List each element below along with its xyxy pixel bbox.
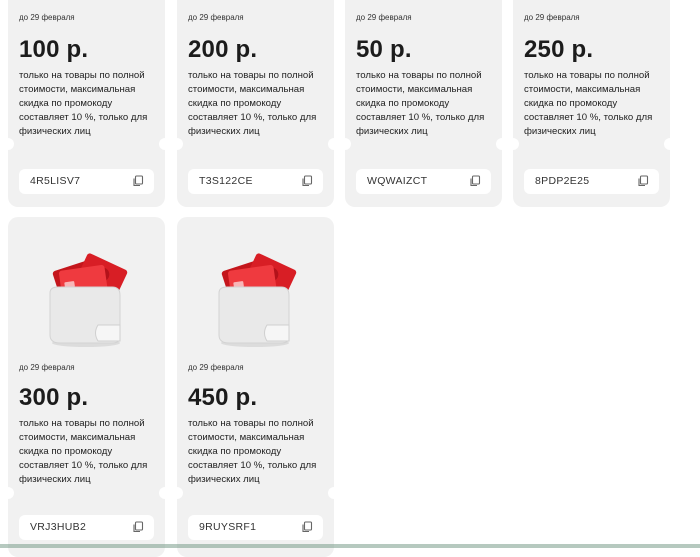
promo-code: WQWAIZCT xyxy=(367,175,428,187)
coupon-date: до 29 февраля xyxy=(19,363,75,372)
wallet-illustration xyxy=(218,253,297,347)
taskbar-edge xyxy=(0,544,700,548)
coupon-amount: 300 р. xyxy=(19,384,89,411)
promo-code: 9RUYSRF1 xyxy=(199,521,257,533)
promo-code-field[interactable]: 8PDP2E25 xyxy=(524,169,659,194)
coupon-amount: 100 р. xyxy=(19,36,89,63)
promo-code-field[interactable]: 9RUYSRF1 xyxy=(188,515,323,540)
coupon-description: только на товары по полной стоимости, ма… xyxy=(19,418,148,485)
copy-icon[interactable] xyxy=(132,175,144,187)
promo-code-field[interactable]: WQWAIZCT xyxy=(356,169,491,194)
coupon-card: до 29 февраля 50 р. только на товары по … xyxy=(339,0,508,207)
coupon-date: до 29 февраля xyxy=(188,363,244,372)
promo-code: 4R5LISV7 xyxy=(30,175,81,187)
coupon-amount: 200 р. xyxy=(188,36,258,63)
promo-code: VRJ3HUB2 xyxy=(30,521,87,533)
coupon-amount: 50 р. xyxy=(356,36,412,63)
coupon-description: только на товары по полной стоимости, ма… xyxy=(524,70,653,137)
copy-icon[interactable] xyxy=(301,175,313,187)
copy-icon[interactable] xyxy=(132,521,144,533)
promo-code-field[interactable]: 4R5LISV7 xyxy=(19,169,154,194)
coupon-amount: 250 р. xyxy=(524,36,594,63)
coupon-card: до 29 февраля 250 р. только на товары по… xyxy=(507,0,676,207)
coupon-date: до 29 февраля xyxy=(524,13,580,22)
coupon-date: до 29 февраля xyxy=(188,13,244,22)
coupon-description: только на товары по полной стоимости, ма… xyxy=(356,70,485,137)
coupon-card: до 29 февраля 450 р. только на товары по… xyxy=(171,217,340,557)
coupon-description: только на товары по полной стоимости, ма… xyxy=(19,70,148,137)
promo-code-field[interactable]: VRJ3HUB2 xyxy=(19,515,154,540)
copy-icon[interactable] xyxy=(469,175,481,187)
coupon-card: до 29 февраля 100 р. только на товары по… xyxy=(2,0,171,207)
promo-code: 8PDP2E25 xyxy=(535,175,590,187)
coupon-date: до 29 февраля xyxy=(356,13,412,22)
coupon-card: до 29 февраля 200 р. только на товары по… xyxy=(171,0,340,207)
promo-code-field[interactable]: T3S122CE xyxy=(188,169,323,194)
coupon-description: только на товары по полной стоимости, ма… xyxy=(188,70,317,137)
copy-icon[interactable] xyxy=(637,175,649,187)
coupon-description: только на товары по полной стоимости, ма… xyxy=(188,418,317,485)
coupon-card: до 29 февраля 300 р. только на товары по… xyxy=(2,217,171,557)
copy-icon[interactable] xyxy=(301,521,313,533)
coupon-amount: 450 р. xyxy=(188,384,258,411)
wallet-illustration xyxy=(49,253,128,347)
promo-code: T3S122CE xyxy=(199,175,253,187)
coupon-date: до 29 февраля xyxy=(19,13,75,22)
